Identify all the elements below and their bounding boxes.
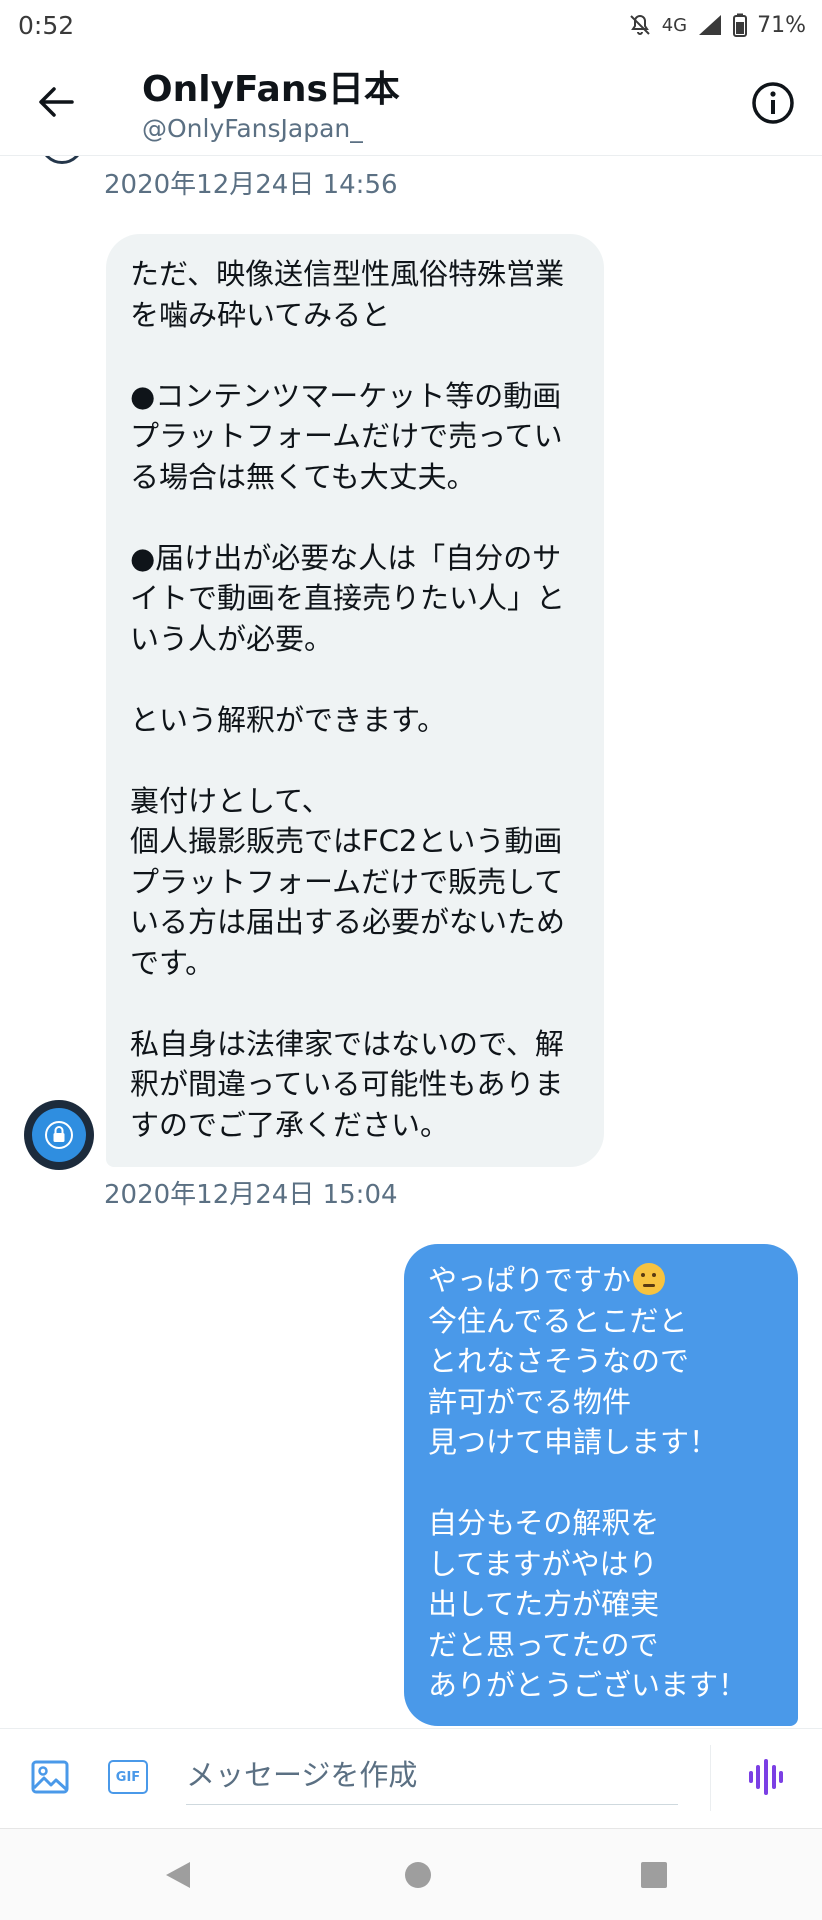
sender-avatar[interactable] <box>24 1100 94 1170</box>
add-gif-button[interactable]: GIF <box>104 1753 152 1801</box>
message-line: 見つけて申請します！ <box>428 1425 719 1459</box>
message-line-text: やっぱりですか <box>428 1263 632 1297</box>
nav-back-button[interactable] <box>154 1851 202 1899</box>
message-line: 出してた方が確実 <box>428 1587 660 1621</box>
message-composer: GIF <box>0 1728 822 1828</box>
battery-percent: 71% <box>757 12 806 38</box>
back-button[interactable] <box>34 80 78 124</box>
triangle-back-icon <box>166 1862 190 1888</box>
message-paragraph: ただ、映像送信型性風俗特殊営業を噛み砕いてみると <box>130 257 565 332</box>
message-timestamp: 2020年12月24日 15:04 <box>104 1180 398 1210</box>
status-bar: 0:52 4G 71% <box>0 0 822 50</box>
mute-bell-icon <box>628 13 652 37</box>
message-thread[interactable]: 2020年12月24日 14:56 ただ、映像送信型性風俗特殊営業を噛み砕いてみ… <box>0 156 822 1728</box>
status-icons: 4G 71% <box>628 13 806 38</box>
status-time: 0:52 <box>18 10 75 40</box>
avatar[interactable] <box>40 156 84 164</box>
signal-icon <box>697 13 723 37</box>
gif-icon: GIF <box>108 1760 148 1794</box>
conversation-title-block[interactable]: OnlyFans日本 @OnlyFansJapan_ <box>142 60 400 143</box>
message-line: やっぱりですか <box>428 1260 778 1301</box>
message-paragraph: という解釈ができます。 <box>130 702 447 737</box>
lock-logo-icon <box>32 1108 86 1162</box>
conversation-header: OnlyFans日本 @OnlyFansJapan_ <box>0 50 822 156</box>
dm-screen: 0:52 4G 71% OnlyFans日本 @OnlyFansJapan_ 2… <box>0 0 822 1920</box>
outgoing-message-bubble[interactable]: やっぱりですか 今住んでるとこだと とれなさそうなので 許可がでる物件 見つけて… <box>404 1244 798 1726</box>
message-line: ありがとうございます！ <box>428 1668 748 1702</box>
image-icon <box>31 1760 69 1794</box>
message-line: 自分もその解釈を <box>428 1506 660 1540</box>
square-recents-icon <box>641 1862 667 1888</box>
message-input[interactable] <box>186 1745 678 1805</box>
add-image-button[interactable] <box>26 1753 74 1801</box>
nav-recents-button[interactable] <box>630 1851 678 1899</box>
incoming-message-bubble[interactable]: ただ、映像送信型性風俗特殊営業を噛み砕いてみると ●コンテンツマーケット等の動画… <box>106 234 604 1167</box>
message-paragraph: ●届け出が必要な人は「自分のサイトで動画を直接売りたい人」という人が必要。 <box>130 540 566 656</box>
thinking-face-icon <box>633 1263 666 1295</box>
arrow-left-icon <box>39 87 74 117</box>
network-type-label: 4G <box>661 14 688 36</box>
conversation-title: OnlyFans日本 <box>142 69 400 110</box>
message-line: 許可がでる物件 <box>428 1384 632 1419</box>
info-button[interactable] <box>750 80 796 126</box>
divider <box>710 1745 711 1811</box>
voice-wave-icon <box>749 1759 783 1795</box>
voice-message-button[interactable] <box>742 1753 790 1801</box>
info-icon <box>752 82 794 124</box>
message-line: してますがやはり <box>428 1546 658 1581</box>
message-line: だと思ってたので <box>428 1627 659 1662</box>
battery-icon <box>733 13 748 37</box>
system-nav-bar <box>0 1828 822 1920</box>
message-timestamp: 2020年12月24日 14:56 <box>104 170 398 200</box>
message-paragraph: 個人撮影販売ではFC2という動画プラットフォームだけで販売している方は届出する必… <box>130 824 566 980</box>
message-line: とれなさそうなので <box>428 1344 690 1378</box>
message-line: 今住んでるとこだと <box>428 1303 688 1338</box>
message-paragraph: 裏付けとして、 <box>130 783 331 818</box>
nav-home-button[interactable] <box>394 1851 442 1899</box>
conversation-handle: @OnlyFansJapan_ <box>142 114 363 143</box>
message-paragraph: 私自身は法律家ではないので、解釈が間違っている可能性もありますのでご了承ください… <box>130 1026 564 1142</box>
message-paragraph: ●コンテンツマーケット等の動画プラットフォームだけで売っている場合は無くても大丈… <box>130 378 563 494</box>
circle-home-icon <box>405 1862 431 1888</box>
